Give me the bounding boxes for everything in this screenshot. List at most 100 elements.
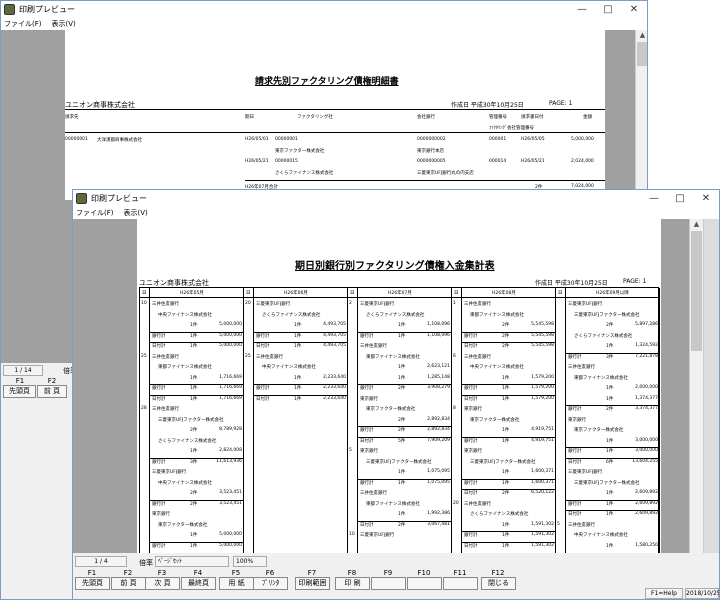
back-row-1-bank-code: 0000000002: [417, 137, 446, 142]
back-col-mgmt: 管理番号: [489, 115, 507, 120]
subtotal-count: 1件: [606, 501, 614, 507]
subtotal-amount: 3,523,451: [219, 500, 242, 506]
maximize-icon[interactable]: □: [595, 4, 621, 15]
subtotal-label: 日付計: [568, 459, 582, 465]
function-button-f10[interactable]: [407, 577, 442, 590]
subtotal-amount: 3,908,279: [427, 385, 450, 390]
day-col-1: [140, 288, 150, 553]
subtotal-label: 銀行計: [568, 501, 582, 507]
subtotal-amount: 4,493,705: [323, 343, 346, 348]
day-value: 8: [453, 406, 456, 411]
bank-or-factor-name: 三井住友銀行: [568, 522, 595, 528]
minimize-icon[interactable]: —: [569, 4, 595, 15]
function-button-f9[interactable]: [371, 577, 406, 590]
bank-or-factor-name: 中央ファイナンス株式会社: [470, 365, 524, 370]
back-title-bar: 印刷プレビュー — □ ✕: [1, 1, 647, 17]
close-icon[interactable]: ✕: [693, 193, 719, 204]
month-header-4: H26年08月: [492, 291, 516, 296]
front-vertical-scrollbar[interactable]: ▲: [689, 219, 703, 553]
subtotal-amount: 1,600,371: [531, 479, 554, 485]
front-window-title: 印刷プレビュー: [91, 193, 147, 203]
bank-or-factor-name: 三菱東京UFJ銀行: [568, 302, 603, 307]
scroll-up-icon[interactable]: ▲: [636, 30, 647, 41]
subtotal-amount: 1,716,669: [219, 395, 242, 401]
count-value: 1件: [502, 522, 510, 528]
count-value: 2件: [606, 323, 614, 328]
day-value: 5: [557, 521, 560, 527]
back-paper: 請求先別ファクタリング債権明細書 ユニオン商事株式会社 作成日 平成30年10月…: [65, 30, 605, 200]
subtotal-label: 銀行計: [152, 386, 166, 391]
day-value: 20: [245, 301, 251, 306]
subtotal-amount: 5,000,000: [219, 542, 242, 548]
function-button-f6[interactable]: ﾌﾟﾘﾝﾀ: [253, 577, 288, 590]
subtotal-label: 銀行計: [256, 386, 270, 391]
back-report-heading: 請求先別ファクタリング債権明細書: [255, 77, 399, 87]
count-value: 1件: [606, 344, 614, 349]
function-button-f4[interactable]: 最終頁: [181, 577, 216, 590]
subtotal-label: 銀行計: [568, 354, 582, 360]
bank-or-factor-name: 中央ファイナンス株式会社: [158, 312, 212, 318]
function-button-f7[interactable]: 印刷範囲: [295, 577, 330, 590]
fkey-label-f4: F4: [193, 569, 203, 577]
function-button-f5[interactable]: 用 紙: [219, 577, 254, 590]
bank-or-factor-name: 三菱東京UFJ銀行: [256, 302, 291, 307]
day-value: 10: [141, 301, 147, 306]
fkey-label-f2: F2: [123, 569, 133, 577]
day-value: 25: [141, 353, 147, 359]
zoom-mode-select[interactable]: ﾍﾟｰｼﾞｾｯﾄ: [155, 556, 229, 567]
fkey-label-f9: F9: [383, 569, 393, 577]
subtotal-label: 銀行計: [360, 333, 374, 339]
scroll-thumb[interactable]: [691, 231, 702, 351]
bank-or-factor-name: 三菱東京UFJ銀行: [360, 533, 395, 538]
maximize-icon[interactable]: □: [667, 193, 693, 204]
amount-value: 1,591,302: [531, 521, 554, 527]
scroll-up-icon[interactable]: ▲: [690, 219, 703, 230]
amount-value: 1,580,250: [635, 542, 658, 548]
function-button-f2[interactable]: 前 頁: [111, 577, 146, 590]
back-row-4-factor: さくらファイナンス株式会社: [275, 171, 334, 176]
back-row-3-mgmt: 000014: [489, 159, 507, 164]
amount-value: 2,824,008: [219, 448, 242, 453]
back-col-date: 期日: [245, 115, 254, 120]
day-value: 1: [453, 301, 456, 306]
close-icon[interactable]: ✕: [621, 4, 647, 15]
back-prev-page-button[interactable]: 前 頁: [37, 385, 67, 398]
function-button-f8[interactable]: 印 刷: [335, 577, 370, 590]
bank-or-factor-name: 三井住友銀行: [360, 344, 387, 349]
day-header-1: 日: [142, 291, 147, 296]
subtotal-amount: 7,221,878: [635, 353, 658, 359]
count-value: 1件: [606, 438, 614, 444]
minimize-icon[interactable]: —: [641, 193, 667, 204]
back-row-1-amount: 5,000,000: [571, 137, 594, 142]
menu-view[interactable]: 表示(V): [124, 208, 148, 218]
zoom-percent-select[interactable]: 100%: [233, 556, 267, 567]
subtotal-label: 銀行計: [360, 480, 374, 486]
subtotal-label: 銀行計: [152, 501, 166, 507]
menu-file[interactable]: ファイル(F): [76, 208, 114, 218]
back-first-page-button[interactable]: 先頭頁: [3, 385, 36, 398]
back-row-3-date: H26/05/21: [245, 159, 269, 164]
front-vertical-scrollbar-2[interactable]: [703, 219, 719, 553]
function-button-f3[interactable]: 次 頁: [145, 577, 180, 590]
subtotal-count: 1件: [190, 386, 198, 391]
day-header-3: 日: [350, 291, 355, 296]
bank-or-factor-name: 三井住友銀行: [256, 354, 283, 360]
bank-or-factor-name: 東都ファイナンス株式会社: [470, 312, 524, 318]
back-window-title: 印刷プレビュー: [19, 4, 75, 14]
fkey-label-f8: F8: [347, 569, 357, 577]
front-menu-bar: ファイル(F) 表示(V): [73, 206, 719, 219]
function-button-f11[interactable]: [443, 577, 478, 590]
subtotal-count: 2件: [606, 407, 614, 412]
function-button-f12[interactable]: 閉じる: [481, 577, 516, 590]
bank-or-factor-name: 東京銀行: [464, 449, 482, 454]
function-button-f1[interactable]: 先頭頁: [75, 577, 110, 590]
subtotal-label: 銀行計: [464, 438, 478, 444]
subtotal-count: 2件: [398, 428, 406, 433]
scroll-thumb[interactable]: [637, 42, 647, 66]
menu-view[interactable]: 表示(V): [52, 19, 76, 29]
menu-file[interactable]: ファイル(F): [4, 19, 42, 29]
bank-or-factor-name: さくらファイナンス株式会社: [470, 512, 529, 517]
subtotal-count: 2件: [190, 501, 198, 507]
fkey-label-f6: F6: [265, 569, 275, 577]
bank-or-factor-name: 東京ファクター株式会社: [158, 522, 208, 528]
